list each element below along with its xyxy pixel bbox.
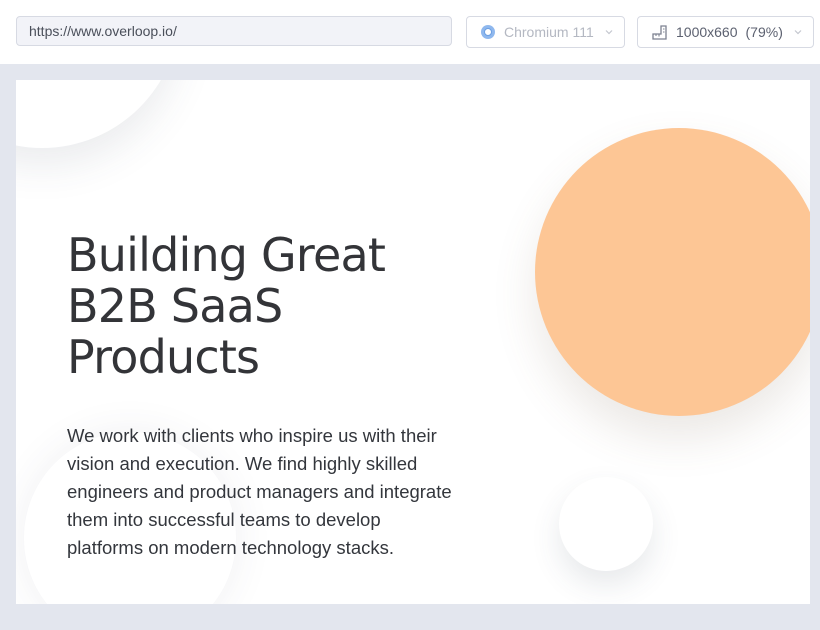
browser-toolbar: Chromium 111 1000x660 (79%) bbox=[0, 0, 820, 64]
chromium-icon bbox=[481, 25, 495, 39]
ruler-icon bbox=[652, 24, 667, 40]
browser-select[interactable]: Chromium 111 bbox=[466, 16, 625, 48]
website-preview: Building Great B2B SaaS Products We work… bbox=[16, 80, 810, 604]
decorative-orange-circle bbox=[535, 128, 810, 416]
viewport-zoom: (79%) bbox=[745, 24, 783, 40]
url-input[interactable] bbox=[16, 16, 452, 46]
chevron-down-icon bbox=[794, 30, 802, 35]
hero-description: We work with clients who inspire us with… bbox=[67, 425, 452, 558]
viewport-resolution: 1000x660 bbox=[676, 24, 738, 40]
decorative-circle bbox=[559, 477, 653, 571]
chevron-down-icon bbox=[605, 30, 613, 35]
hero-title: Building Great B2B SaaS Products bbox=[67, 228, 386, 384]
viewport-select[interactable]: 1000x660 (79%) bbox=[637, 16, 814, 48]
browser-label: Chromium 111 bbox=[504, 24, 594, 40]
decorative-circle bbox=[16, 80, 180, 148]
